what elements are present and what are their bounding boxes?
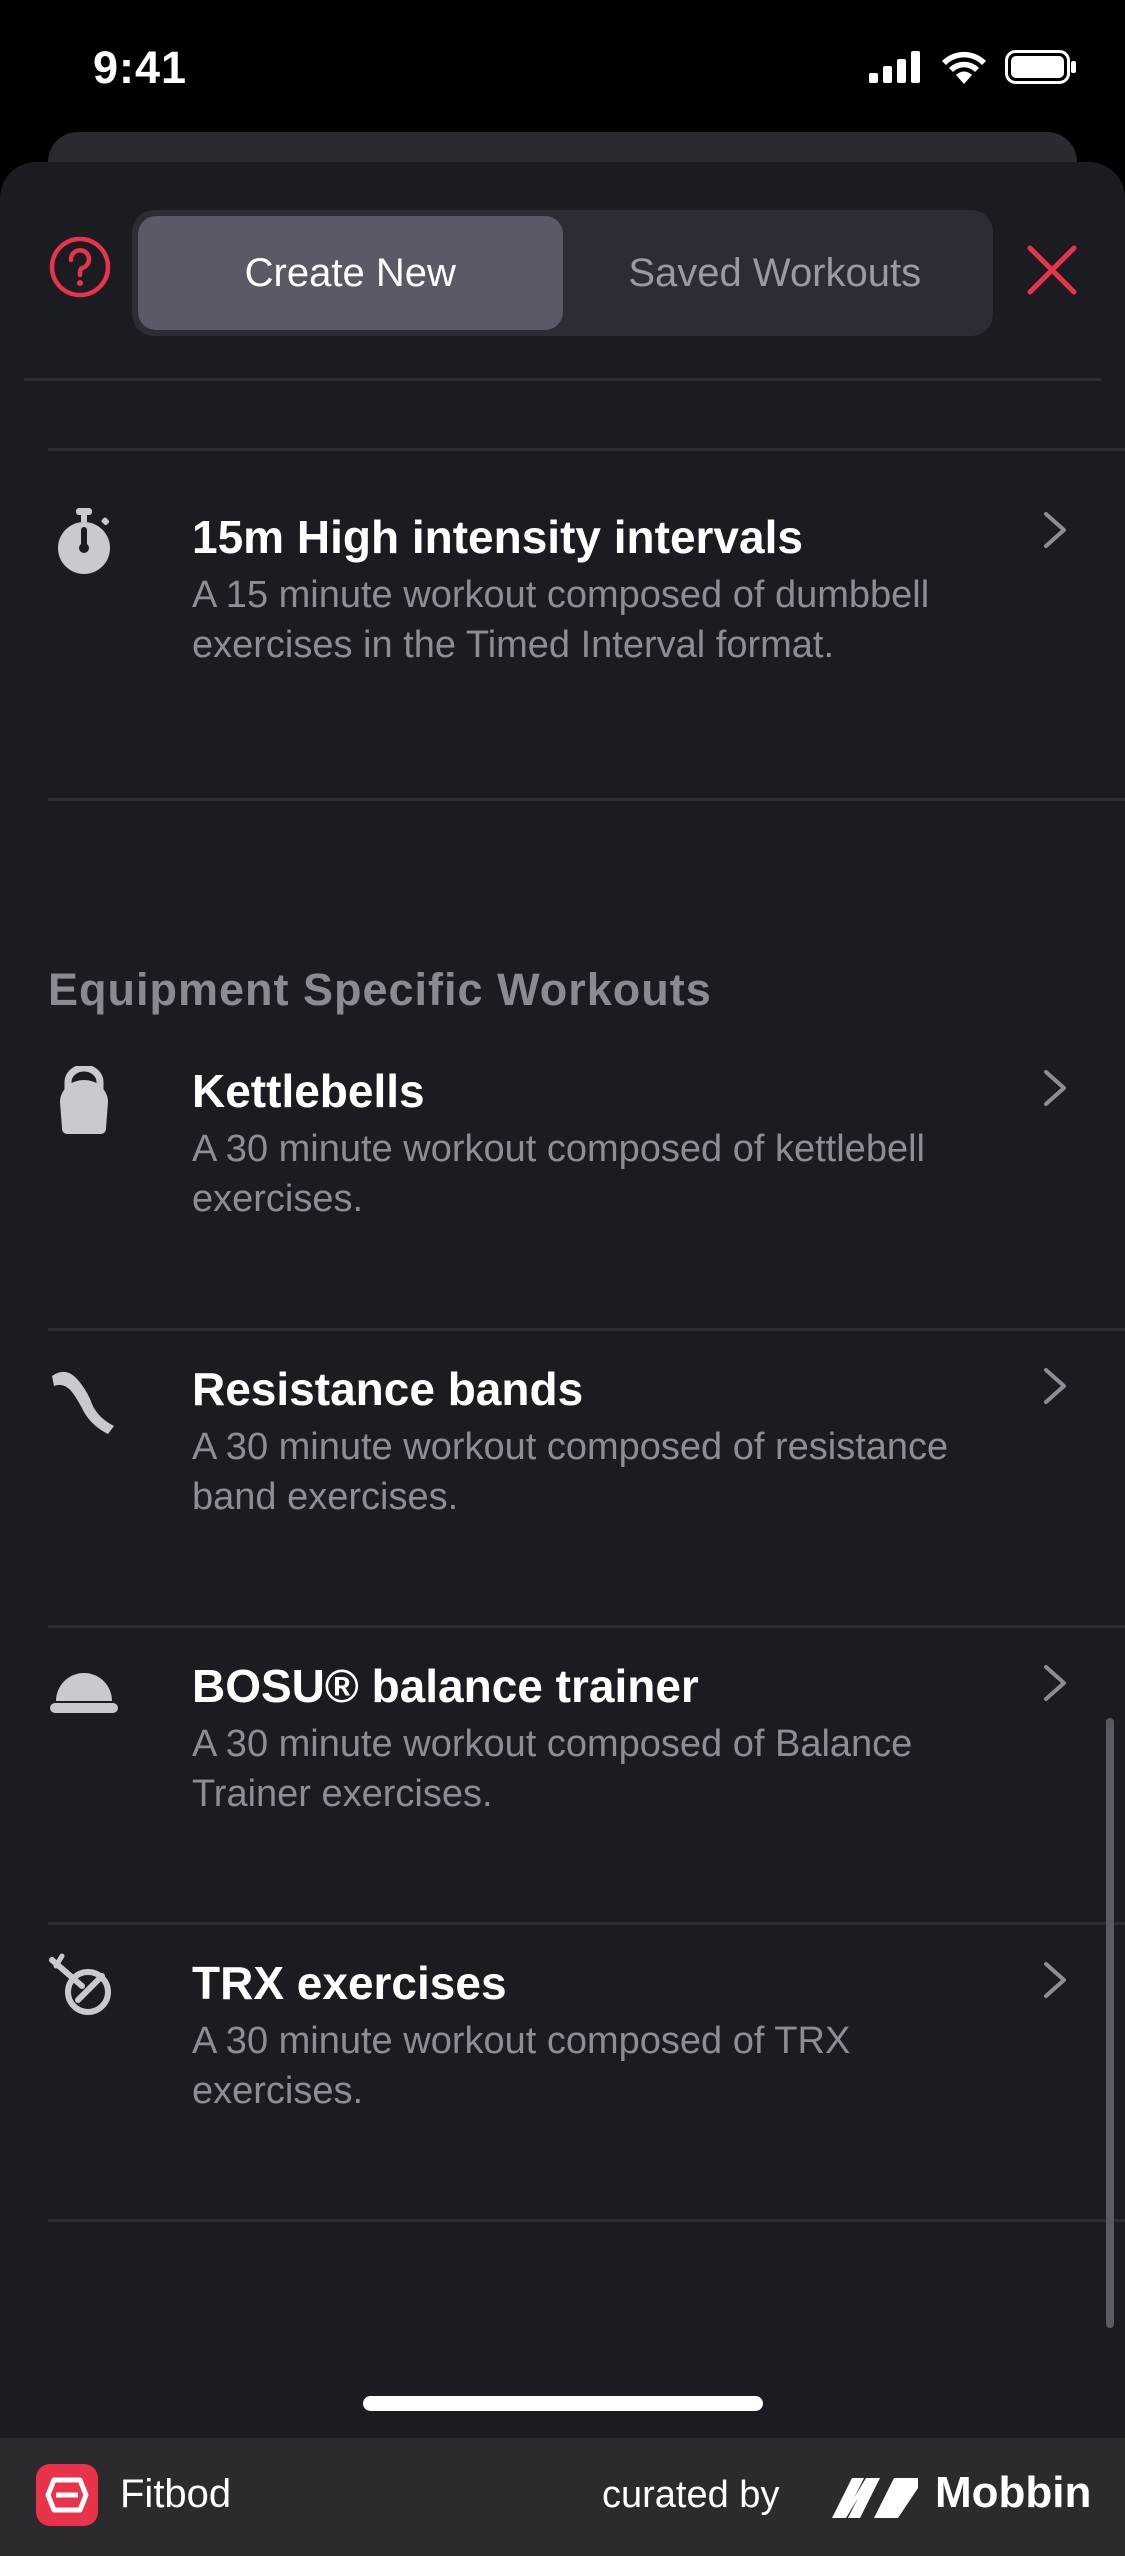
row-description: A 30 minute workout composed of Balance … [192, 1723, 913, 1815]
scrollbar[interactable] [1106, 1718, 1114, 2328]
divider [48, 2219, 1125, 2222]
list-item[interactable]: 15m High intensity intervals A 15 minute… [0, 448, 1125, 798]
workout-mode-segmented-control: Create New Saved Workouts [132, 210, 993, 336]
chevron-right-icon [1044, 1665, 1066, 1701]
row-description: A 30 minute workout composed of kettlebe… [192, 1128, 925, 1220]
status-icons [869, 50, 1077, 84]
sheet-header: Create New Saved Workouts [0, 162, 1125, 378]
home-indicator[interactable] [363, 2396, 763, 2411]
list-item[interactable]: TRX exercises A 30 minute workout compos… [0, 1922, 1125, 2219]
brand-footer: Fitbod curated by Mobbin [0, 2438, 1125, 2556]
chevron-right-icon [1044, 1368, 1066, 1404]
list-item[interactable]: Resistance bands A 30 minute workout com… [0, 1328, 1125, 1625]
divider [24, 378, 1101, 381]
stopwatch-icon [58, 508, 110, 574]
row-title: BOSU® balance trainer [192, 1660, 699, 1712]
tab-saved-workouts[interactable]: Saved Workouts [563, 216, 988, 330]
row-description: A 15 minute workout composed of dumbbell… [192, 574, 930, 666]
cellular-signal-icon [869, 51, 920, 83]
list-item[interactable]: BOSU® balance trainer A 30 minute workou… [0, 1625, 1125, 1922]
row-title: Kettlebells [192, 1065, 425, 1117]
resistance-band-icon [52, 1371, 114, 1434]
row-title: Resistance bands [192, 1363, 584, 1415]
battery-icon [1005, 50, 1076, 84]
mobbin-logo-icon [832, 2478, 918, 2518]
status-bar: 9:41 [0, 0, 1125, 135]
row-description: A 30 minute workout composed of resistan… [192, 1426, 949, 1518]
chevron-right-icon [1044, 512, 1066, 548]
help-icon[interactable] [48, 235, 112, 299]
close-icon[interactable] [1022, 240, 1082, 300]
tab-create-new[interactable]: Create New [138, 216, 563, 330]
kettlebell-icon [60, 1066, 108, 1134]
workout-sheet: Create New Saved Workouts 15m High inten… [0, 162, 1125, 2438]
fitbod-logo [36, 2464, 98, 2526]
section-heading: Equipment Specific Workouts [48, 964, 712, 1015]
curator-name: Mobbin [935, 2468, 1092, 2517]
row-title: TRX exercises [192, 1957, 507, 2009]
app-name: Fitbod [120, 2472, 232, 2516]
curated-label: curated by [602, 2474, 780, 2516]
wifi-icon [942, 51, 986, 84]
list-item[interactable]: Kettlebells A 30 minute workout composed… [0, 1062, 1125, 1328]
divider [48, 798, 1125, 801]
chevron-right-icon [1044, 1962, 1066, 1998]
status-time: 9:41 [93, 42, 188, 93]
trx-icon [49, 1953, 111, 2015]
row-description: A 30 minute workout composed of TRX exer… [192, 2020, 851, 2112]
fitbod-logo-mark [45, 2477, 89, 2513]
row-title: 15m High intensity intervals [192, 511, 803, 563]
bosu-icon [50, 1673, 118, 1713]
chevron-right-icon [1044, 1070, 1066, 1106]
